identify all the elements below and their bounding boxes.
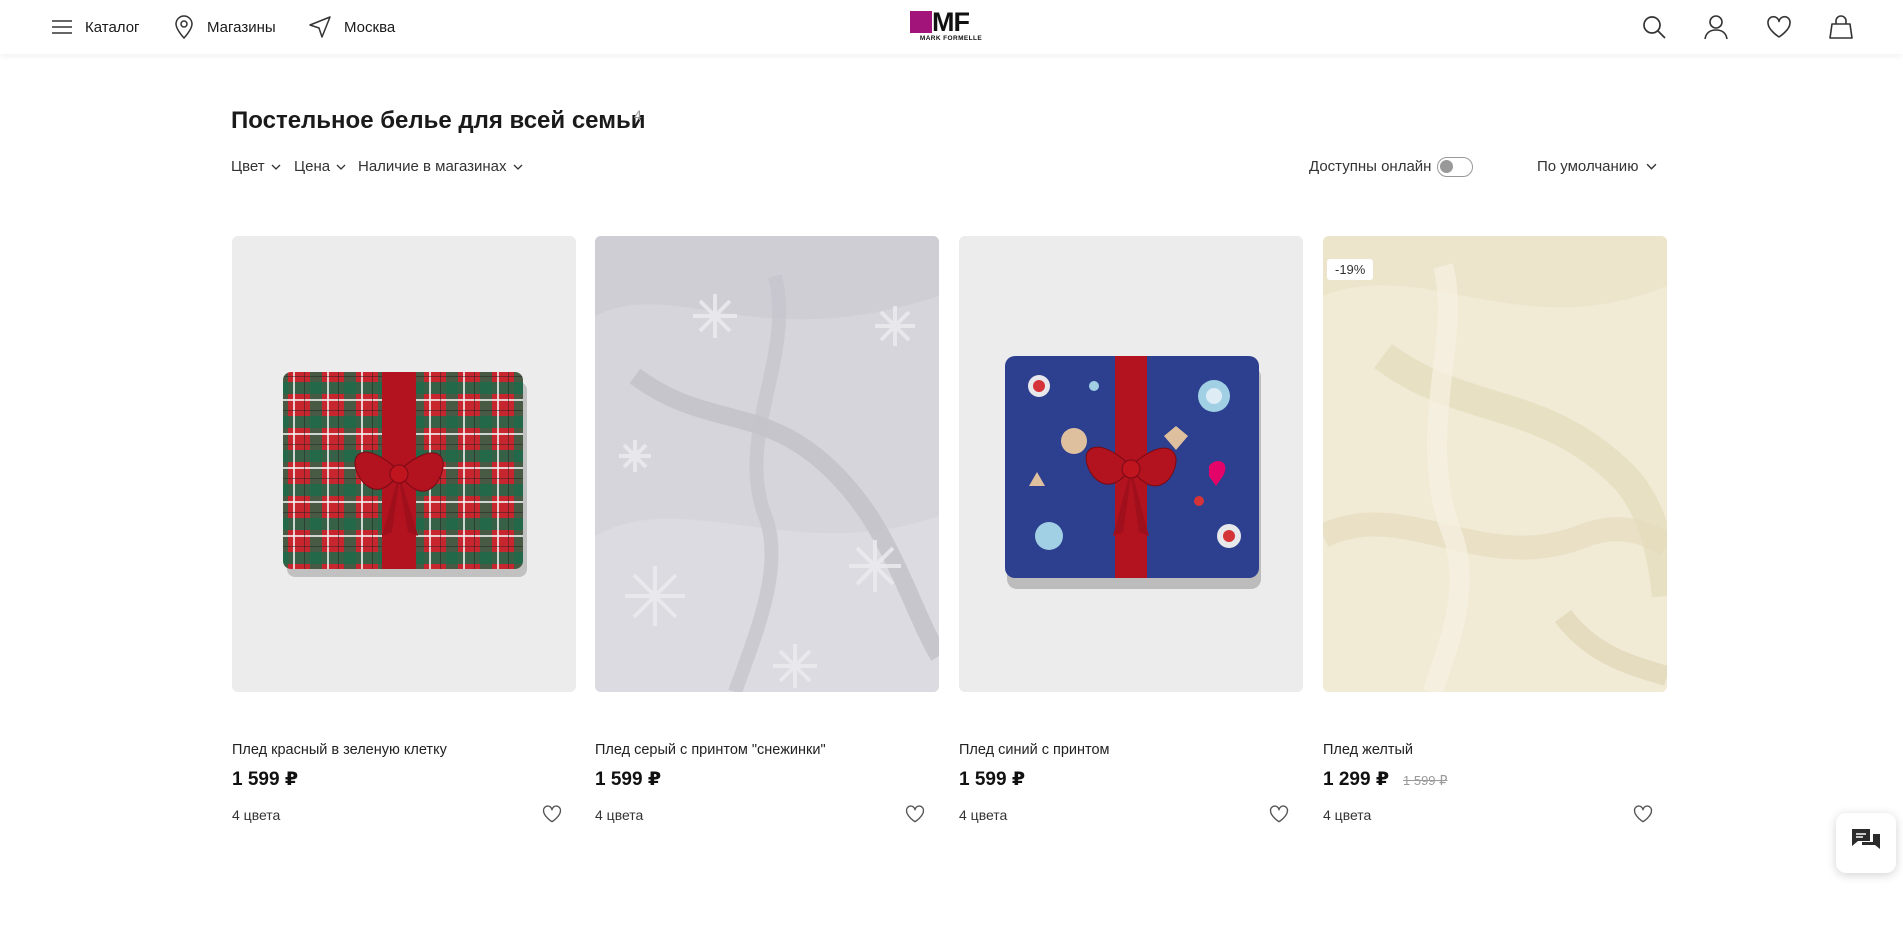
sort-label: По умолчанию	[1537, 158, 1639, 175]
chat-icon	[1850, 826, 1882, 861]
product-price: 1 599 ₽	[232, 769, 299, 790]
logo-subtitle: MARK FORMELLE	[919, 35, 983, 42]
chat-button[interactable]	[1836, 813, 1896, 873]
city-selector[interactable]: Москва	[308, 0, 395, 54]
discount-badge: -19%	[1327, 259, 1374, 280]
product-count: 4	[634, 107, 642, 123]
chevron-down-icon	[513, 164, 522, 170]
toggle-knob	[1440, 160, 1453, 173]
product-image[interactable]	[595, 236, 939, 692]
stores-link[interactable]: Магазины	[173, 0, 276, 54]
product-colors-count[interactable]: 4 цвета	[595, 807, 643, 823]
product-image[interactable]	[959, 236, 1303, 692]
stores-label: Магазины	[207, 18, 276, 36]
heart-icon[interactable]	[542, 804, 562, 824]
filter-price-label: Цена	[294, 158, 331, 175]
heart-icon[interactable]	[1269, 804, 1289, 824]
product-colors-count[interactable]: 4 цвета	[1323, 807, 1371, 823]
bag-icon[interactable]	[1828, 14, 1854, 40]
product-price: 1 599 ₽	[959, 769, 1026, 790]
product-image[interactable]: -19%	[1323, 236, 1667, 692]
heart-icon[interactable]	[905, 804, 925, 824]
logo-letters: MF	[932, 7, 970, 37]
product-card[interactable]: -19% Плед желтый 1 299 ₽ 1 599 ₽ 4 цвета	[1323, 236, 1667, 836]
sort-dropdown[interactable]: По умолчанию	[1537, 158, 1657, 175]
filter-store-availability[interactable]: Наличие в магазинах	[358, 158, 523, 175]
city-label: Москва	[344, 18, 396, 36]
online-toggle[interactable]	[1437, 157, 1473, 177]
chevron-down-icon	[1647, 163, 1657, 170]
page-title: Постельное белье для всей семьи	[231, 107, 646, 134]
product-colors-count[interactable]: 4 цвета	[959, 807, 1007, 823]
filter-price[interactable]: Цена	[294, 158, 346, 175]
chevron-down-icon	[271, 164, 281, 170]
search-icon[interactable]	[1641, 14, 1667, 40]
chevron-down-icon	[336, 164, 346, 170]
location-pin-icon	[173, 14, 195, 40]
product-name[interactable]: Плед красный в зеленую клетку	[232, 742, 447, 758]
user-icon[interactable]	[1703, 14, 1729, 40]
filter-color[interactable]: Цвет	[231, 158, 281, 175]
catalog-menu-button[interactable]: Каталог	[51, 0, 140, 54]
logo-mark	[910, 11, 932, 33]
product-card[interactable]: Плед серый с принтом "снежинки" 1 599 ₽ …	[595, 236, 939, 836]
product-price: 1 299 ₽	[1323, 769, 1390, 790]
heart-icon[interactable]	[1633, 804, 1653, 824]
red-plaid-blanket-image	[283, 372, 527, 577]
menu-icon	[51, 19, 73, 35]
filter-store-availability-label: Наличие в магазинах	[358, 158, 507, 175]
product-name[interactable]: Плед синий с принтом	[959, 742, 1110, 758]
product-card[interactable]: Плед красный в зеленую клетку 1 599 ₽ 4 …	[232, 236, 576, 836]
heart-icon[interactable]	[1766, 14, 1792, 40]
product-colors-count[interactable]: 4 цвета	[232, 807, 280, 823]
product-price: 1 599 ₽	[595, 769, 662, 790]
product-old-price: 1 599 ₽	[1403, 773, 1448, 788]
cream-fleece-image	[1323, 236, 1667, 692]
navigation-arrow-icon	[308, 15, 332, 39]
blue-candy-blanket-image	[1005, 356, 1261, 589]
product-card[interactable]: Плед синий с принтом 1 599 ₽ 4 цвета	[959, 236, 1303, 836]
product-image[interactable]	[232, 236, 576, 692]
grey-snowflake-fleece-image	[595, 236, 939, 692]
product-name[interactable]: Плед желтый	[1323, 742, 1413, 758]
online-toggle-label: Доступны онлайн	[1309, 158, 1432, 175]
catalog-label: Каталог	[85, 18, 140, 36]
product-name[interactable]: Плед серый с принтом "снежинки"	[595, 742, 826, 758]
brand-logo[interactable]: MF MARK FORMELLE	[910, 7, 992, 43]
top-header: Каталог Магазины Москва MF MARK FORMELLE	[0, 0, 1903, 54]
filter-color-label: Цвет	[231, 158, 265, 175]
